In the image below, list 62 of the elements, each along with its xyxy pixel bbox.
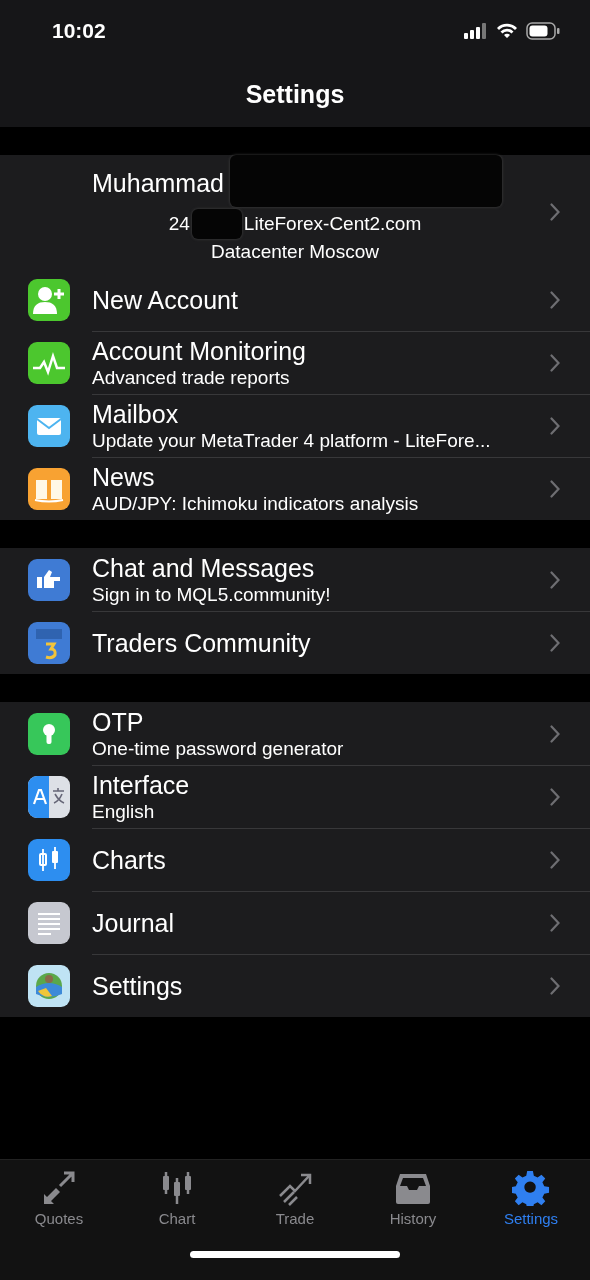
datacenter-label: Datacenter Moscow — [211, 240, 379, 263]
chevron-icon — [550, 570, 560, 589]
item-title: News — [92, 462, 156, 492]
item-title: New Account — [92, 284, 239, 315]
envelope-icon — [28, 404, 70, 447]
item-title: Chat and Messages — [92, 552, 316, 583]
item-subtitle: Sign in to MQL5.community! — [92, 582, 332, 607]
account-row[interactable]: Muhammad 24 LiteForex-Cent2.com Datacenter Moscow — [0, 155, 590, 268]
menu-item[interactable]: OTP One-time password generator — [0, 702, 590, 765]
item-subtitle: One-time password generator — [92, 736, 345, 761]
menu-item[interactable]: Charts — [0, 828, 590, 891]
screen-title: Settings — [245, 80, 345, 109]
item-title: Traders Community — [92, 628, 312, 658]
item-subtitle: Advanced trade reports — [92, 366, 291, 390]
item-title: OTP — [92, 706, 145, 737]
candlestick-icon — [28, 838, 70, 881]
chevron-icon — [550, 480, 560, 498]
item-subtitle: Update your MetaTrader 4 platform - LiteFore... — [92, 429, 492, 453]
person-add-icon — [28, 278, 70, 321]
keyhole-icon — [28, 712, 70, 755]
tab[interactable]: History — [354, 1170, 472, 1227]
item-title: Mailbox — [92, 399, 180, 429]
translate-icon — [28, 775, 70, 818]
document-lines-icon — [28, 901, 70, 944]
chevron-icon — [550, 977, 560, 995]
battery-icon — [526, 22, 560, 40]
item-title: Account Monitoring — [92, 336, 307, 366]
hand-pointing-icon — [28, 558, 70, 601]
menu-item[interactable]: Journal — [0, 891, 590, 954]
server-name: LiteForex-Cent2.com — [243, 212, 422, 235]
menu-item[interactable]: Interface English — [0, 765, 590, 828]
tab[interactable]: Settings — [472, 1170, 590, 1227]
wifi-icon — [496, 23, 518, 39]
item-title: Charts — [92, 845, 167, 875]
chevron-icon — [550, 914, 560, 932]
chevron-icon — [550, 290, 560, 309]
tab[interactable]: Chart — [118, 1170, 236, 1227]
chevron-icon — [550, 634, 560, 652]
chevron-icon — [550, 788, 560, 806]
menu-item[interactable]: Account Monitoring Advanced trade reports — [0, 331, 590, 394]
chevron-icon — [550, 724, 560, 743]
tab[interactable]: Quotes — [0, 1170, 118, 1227]
settings-icon — [512, 1170, 550, 1206]
status-time: 10:02 — [52, 19, 106, 43]
account-number: 24 — [168, 212, 190, 235]
menu-item[interactable]: Chat and Messages Sign in to MQL5.community! — [0, 548, 590, 611]
item-title: Settings — [92, 971, 184, 1001]
signal-icon — [464, 23, 488, 39]
book-icon — [28, 467, 70, 510]
chevron-icon — [550, 851, 560, 869]
item-subtitle: AUD/JPY: Ichimoku indicators analysis — [92, 492, 420, 516]
pulse-icon — [28, 341, 70, 384]
menu-item[interactable]: Mailbox Update your MetaTrader 4 platform - LiteFore... — [0, 394, 590, 457]
chevron-icon — [550, 417, 560, 435]
item-title: Interface — [92, 770, 191, 800]
chevron-icon — [550, 354, 560, 372]
chevron-icon — [550, 202, 560, 221]
tab[interactable]: Trade — [236, 1170, 354, 1227]
account-name: Muhammad — [92, 169, 224, 198]
menu-item[interactable]: New Account — [0, 268, 590, 331]
item-subtitle: English — [92, 800, 156, 824]
item-title: Journal — [92, 908, 175, 938]
